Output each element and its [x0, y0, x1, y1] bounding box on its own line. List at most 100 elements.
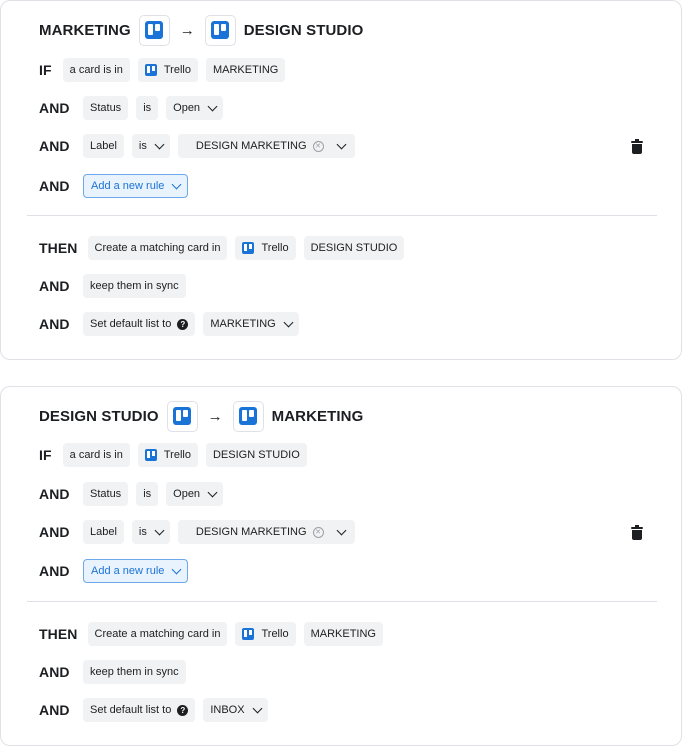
if-keyword: IF — [39, 447, 52, 463]
delete-rule-button[interactable] — [631, 139, 643, 154]
status-rule-row: AND Status is Open — [39, 95, 231, 121]
label-operator-select[interactable]: is — [131, 134, 170, 158]
if-condition-text: a card is in — [62, 443, 130, 467]
section-divider — [27, 601, 657, 602]
status-field-chip: Status — [83, 96, 129, 120]
chevron-down-icon — [336, 525, 346, 535]
if-keyword: IF — [39, 62, 52, 78]
add-rule-row: AND Add a new rule — [39, 173, 196, 199]
flow-source-title: MARKETING — [39, 21, 131, 39]
chevron-down-icon — [207, 487, 218, 497]
flow-source-title: DESIGN STUDIO — [39, 407, 159, 425]
trello-icon — [144, 449, 157, 461]
then-keyword: THEN — [39, 626, 78, 642]
if-condition-text: a card is in — [62, 58, 130, 82]
label-rule-row: AND Label is DESIGN MARKETING ✕ — [39, 519, 363, 545]
if-rule-row: IF a card is in Trello MARKETING — [39, 57, 293, 83]
chevron-down-icon — [154, 525, 165, 535]
right-arrow-icon: → — [179, 21, 195, 39]
trello-icon — [211, 21, 230, 39]
label-field-chip: Label — [83, 520, 124, 544]
trello-icon — [242, 242, 255, 254]
x-circle-icon[interactable]: ✕ — [312, 140, 324, 152]
and-keyword: AND — [39, 524, 70, 540]
label-field-chip: Label — [83, 134, 124, 158]
label-value-select[interactable]: DESIGN MARKETING ✕ — [177, 520, 355, 544]
default-list-select[interactable]: MARKETING — [203, 312, 299, 336]
and-keyword: AND — [39, 702, 70, 718]
status-operator-chip: is — [136, 482, 159, 506]
chevron-down-icon — [336, 139, 346, 149]
target-app-logo — [204, 14, 236, 46]
and-keyword: AND — [39, 138, 70, 154]
trello-icon — [145, 21, 164, 39]
then-action-text: Create a matching card in — [87, 236, 228, 260]
if-app-chip[interactable]: Trello — [137, 443, 198, 467]
sync-row: AND keep them in sync — [39, 273, 194, 299]
question-circle-icon[interactable]: ? — [177, 318, 189, 330]
then-app-chip[interactable]: Trello — [235, 622, 296, 646]
trello-icon — [242, 628, 255, 640]
chevron-down-icon — [171, 564, 182, 574]
keep-in-sync-chip: keep them in sync — [83, 274, 186, 298]
chevron-down-icon — [154, 139, 165, 149]
chevron-down-icon — [171, 179, 182, 189]
keep-in-sync-chip: keep them in sync — [83, 660, 186, 684]
add-new-rule-button[interactable]: Add a new rule — [83, 559, 189, 583]
source-app-logo — [138, 14, 170, 46]
trello-icon — [144, 64, 157, 76]
then-action-row: THEN Create a matching card in Trello MA… — [39, 621, 391, 647]
default-list-label: Set default list to? — [83, 698, 196, 722]
if-rule-row: IF a card is in Trello DESIGN STUDIO — [39, 442, 315, 468]
if-board-chip[interactable]: DESIGN STUDIO — [205, 443, 307, 467]
label-operator-select[interactable]: is — [131, 520, 170, 544]
x-circle-icon[interactable]: ✕ — [312, 526, 324, 538]
flow-title: MARKETING → DESIGN STUDIO — [39, 14, 363, 46]
default-list-row: AND Set default list to? MARKETING — [39, 311, 307, 337]
then-board-chip[interactable]: DESIGN STUDIO — [303, 236, 405, 260]
then-board-chip[interactable]: MARKETING — [303, 622, 383, 646]
chevron-down-icon — [207, 101, 218, 111]
then-keyword: THEN — [39, 240, 78, 256]
chevron-down-icon — [252, 703, 263, 713]
section-divider — [27, 215, 657, 216]
status-rule-row: AND Status is Open — [39, 481, 231, 507]
and-keyword: AND — [39, 278, 70, 294]
then-action-row: THEN Create a matching card in Trello DE… — [39, 235, 412, 261]
add-rule-row: AND Add a new rule — [39, 558, 196, 584]
and-keyword: AND — [39, 100, 70, 116]
default-list-select[interactable]: INBOX — [203, 698, 268, 722]
and-keyword: AND — [39, 563, 70, 579]
then-action-text: Create a matching card in — [87, 622, 228, 646]
and-keyword: AND — [39, 316, 70, 332]
and-keyword: AND — [39, 664, 70, 680]
sync-flow-card: MARKETING → DESIGN STUDIO IF a card is i… — [0, 0, 682, 360]
flow-target-title: MARKETING — [271, 407, 364, 425]
and-keyword: AND — [39, 486, 70, 502]
status-value-select[interactable]: Open — [166, 96, 224, 120]
trello-icon — [239, 407, 258, 425]
sync-flow-card: DESIGN STUDIO → MARKETING IF a card is i… — [0, 386, 682, 746]
label-rule-row: AND Label is DESIGN MARKETING ✕ — [39, 133, 363, 159]
trello-icon — [173, 407, 192, 425]
default-list-label: Set default list to? — [83, 312, 196, 336]
status-value-select[interactable]: Open — [166, 482, 224, 506]
then-app-chip[interactable]: Trello — [235, 236, 296, 260]
if-app-chip[interactable]: Trello — [137, 58, 198, 82]
right-arrow-icon: → — [207, 407, 223, 425]
add-new-rule-button[interactable]: Add a new rule — [83, 174, 189, 198]
sync-row: AND keep them in sync — [39, 659, 194, 685]
chevron-down-icon — [283, 317, 294, 327]
source-app-logo — [166, 400, 198, 432]
and-keyword: AND — [39, 178, 70, 194]
status-operator-chip: is — [136, 96, 159, 120]
flow-title: DESIGN STUDIO → MARKETING — [39, 400, 363, 432]
question-circle-icon[interactable]: ? — [177, 704, 189, 716]
delete-rule-button[interactable] — [631, 525, 643, 540]
status-field-chip: Status — [83, 482, 129, 506]
flow-target-title: DESIGN STUDIO — [243, 21, 364, 39]
label-value-select[interactable]: DESIGN MARKETING ✕ — [177, 134, 355, 158]
target-app-logo — [232, 400, 264, 432]
if-board-chip[interactable]: MARKETING — [205, 58, 286, 82]
default-list-row: AND Set default list to? INBOX — [39, 697, 276, 723]
